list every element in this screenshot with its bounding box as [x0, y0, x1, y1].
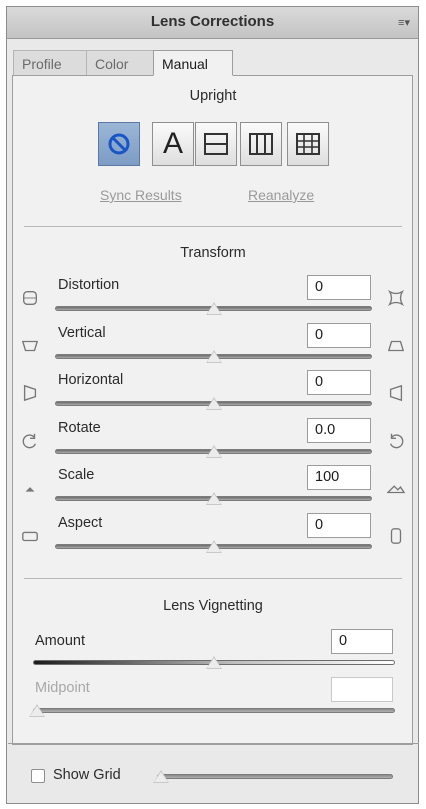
midpoint-slider-thumb — [29, 704, 45, 717]
upright-auto-button[interactable]: A — [152, 122, 194, 166]
horizontal-label: Horizontal — [58, 372, 124, 388]
aspect-slider-thumb[interactable] — [205, 540, 222, 553]
vertical-slider-thumb[interactable] — [205, 350, 222, 363]
reanalyze-link[interactable]: Reanalyze — [248, 187, 314, 203]
vertical-perspective-up-icon — [387, 337, 405, 355]
tab-manual[interactable]: Manual — [153, 50, 233, 76]
aspect-wide-icon — [21, 527, 39, 545]
scale-down-icon — [21, 479, 39, 497]
tab-profile[interactable]: Profile — [13, 50, 87, 76]
sync-results-link[interactable]: Sync Results — [100, 187, 182, 203]
aspect-tall-icon — [387, 527, 405, 545]
no-symbol-icon — [108, 133, 130, 155]
upright-vertical-button[interactable] — [240, 122, 282, 166]
horizontal-perspective-right-icon — [387, 384, 405, 402]
divider — [24, 226, 402, 227]
midpoint-slider-track — [33, 708, 395, 713]
scale-slider-thumb[interactable] — [205, 492, 222, 505]
amount-label: Amount — [35, 633, 85, 649]
upright-heading: Upright — [189, 88, 237, 104]
full-grid-icon — [296, 133, 320, 155]
aspect-input[interactable]: 0 — [307, 513, 371, 538]
scale-input[interactable]: 100 — [307, 465, 371, 490]
grid-size-slider-thumb[interactable] — [153, 770, 169, 783]
distortion-label: Distortion — [58, 277, 120, 293]
transform-heading: Transform — [180, 245, 246, 261]
amount-input[interactable]: 0 — [331, 629, 393, 654]
upright-level-button[interactable] — [195, 122, 237, 166]
grid-size-slider-track[interactable] — [157, 774, 393, 779]
aspect-label: Aspect — [58, 515, 103, 531]
vertical-perspective-down-icon — [21, 337, 39, 355]
divider — [24, 578, 402, 579]
vertical-icon — [249, 133, 273, 155]
vignetting-heading: Lens Vignetting — [163, 598, 263, 614]
level-icon — [204, 133, 228, 155]
upright-off-button[interactable] — [98, 122, 140, 166]
tab-color[interactable]: Color — [86, 50, 154, 76]
panel-title: Lens Corrections — [150, 13, 275, 30]
rotate-slider-thumb[interactable] — [205, 445, 222, 458]
scale-up-icon — [386, 479, 406, 497]
pincushion-distortion-icon — [387, 289, 405, 307]
horizontal-input[interactable]: 0 — [307, 370, 371, 395]
show-grid-label: Show Grid — [53, 767, 121, 783]
panel-menu-icon[interactable]: ≡▾ — [398, 16, 410, 29]
upright-full-button[interactable] — [287, 122, 329, 166]
vertical-input[interactable]: 0 — [307, 323, 371, 348]
midpoint-input — [331, 677, 393, 702]
rotate-left-icon — [21, 432, 39, 450]
distortion-slider-thumb[interactable] — [205, 302, 222, 315]
panel-titlebar: Lens Corrections ≡▾ — [7, 7, 418, 39]
barrel-distortion-icon — [21, 289, 39, 307]
horizontal-perspective-left-icon — [21, 384, 39, 402]
rotate-right-icon — [387, 432, 405, 450]
horizontal-slider-thumb[interactable] — [205, 397, 222, 410]
divider — [8, 743, 419, 744]
vertical-label: Vertical — [58, 325, 106, 341]
rotate-input[interactable]: 0.0 — [307, 418, 371, 443]
rotate-label: Rotate — [58, 420, 101, 436]
upright-auto-label: A — [162, 127, 183, 160]
show-grid-checkbox[interactable] — [31, 769, 45, 783]
amount-slider-thumb[interactable] — [206, 656, 222, 669]
distortion-input[interactable]: 0 — [307, 275, 371, 300]
scale-label: Scale — [58, 467, 95, 483]
midpoint-label: Midpoint — [35, 680, 90, 696]
